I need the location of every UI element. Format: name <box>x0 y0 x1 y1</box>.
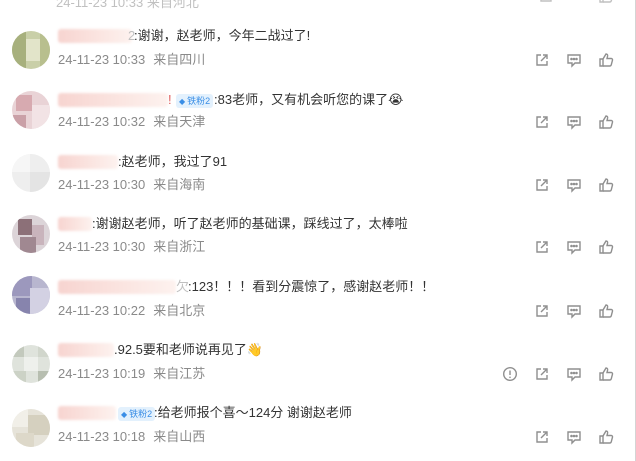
comment-time: 24-11-23 10:30 <box>58 177 146 192</box>
share-icon[interactable] <box>538 0 554 7</box>
fan-badge-icon: ◆ <box>179 97 186 106</box>
share-icon[interactable] <box>534 52 550 68</box>
comment-actions <box>0 399 635 459</box>
comment-icon[interactable] <box>566 114 582 130</box>
comment-location: 来自海南 <box>153 177 206 192</box>
username-redacted[interactable] <box>58 93 168 107</box>
comment-item: ! ◆ 铁粉2 :83老师，又有机会听您的课了😭 24-11-23 10:32 来自… <box>0 85 635 145</box>
share-icon[interactable] <box>534 114 550 130</box>
like-icon[interactable] <box>598 366 614 382</box>
comment-icon[interactable] <box>566 303 582 319</box>
like-icon[interactable] <box>598 114 614 130</box>
comment-text: :谢谢，赵老师，今年二战过了! <box>134 28 311 43</box>
comment-time: 24-11-23 10:33 <box>58 52 146 67</box>
like-icon[interactable] <box>598 177 614 193</box>
like-icon[interactable] <box>598 239 614 255</box>
share-icon[interactable] <box>534 303 550 319</box>
comment-icon[interactable] <box>566 239 582 255</box>
comment-location: 来自四川 <box>153 52 206 67</box>
avatar[interactable] <box>12 154 50 192</box>
avatar[interactable] <box>12 31 50 69</box>
comment-actions <box>0 210 635 270</box>
username-tail: ! <box>168 92 172 107</box>
like-icon[interactable] <box>598 303 614 319</box>
comment-text: :83老师，又有机会听您的课了😭 <box>214 92 404 107</box>
previous-comment-meta: 24-11-23 10:33 来自河北 <box>56 0 199 10</box>
comment-icon[interactable] <box>566 177 582 193</box>
comment-actions <box>0 273 635 333</box>
comment-meta: 24-11-23 10:32 来自天津 <box>58 114 205 130</box>
comment-item: :赵老师，我过了91 24-11-23 10:30 来自海南 <box>0 148 635 208</box>
username-redacted[interactable] <box>58 155 118 169</box>
comment-text: :赵老师，我过了91 <box>118 154 228 169</box>
share-icon[interactable] <box>534 239 550 255</box>
comment-icon[interactable] <box>566 429 582 445</box>
like-icon[interactable] <box>598 429 614 445</box>
like-icon[interactable] <box>598 0 614 7</box>
username-redacted[interactable] <box>58 29 132 43</box>
share-icon[interactable] <box>534 366 550 382</box>
share-icon[interactable] <box>534 177 550 193</box>
comment-actions <box>0 336 635 396</box>
previous-comment-fragment: 24-11-23 10:33 来自河北 <box>56 0 616 10</box>
avatar[interactable] <box>12 91 50 129</box>
comment-item: 2 :谢谢，赵老师，今年二战过了! 24-11-23 10:33 来自四川 <box>0 22 635 82</box>
comment-meta: 24-11-23 10:30 来自海南 <box>58 177 205 193</box>
comment-icon[interactable] <box>566 52 582 68</box>
comment-meta: 24-11-23 10:33 来自四川 <box>58 52 205 68</box>
share-icon[interactable] <box>534 429 550 445</box>
like-icon[interactable] <box>598 52 614 68</box>
comment-location: 来自天津 <box>153 114 206 129</box>
comment-time: 24-11-23 10:32 <box>58 114 146 129</box>
fan-badge[interactable]: ◆ 铁粉2 <box>176 94 214 108</box>
comment-icon[interactable] <box>566 366 582 382</box>
